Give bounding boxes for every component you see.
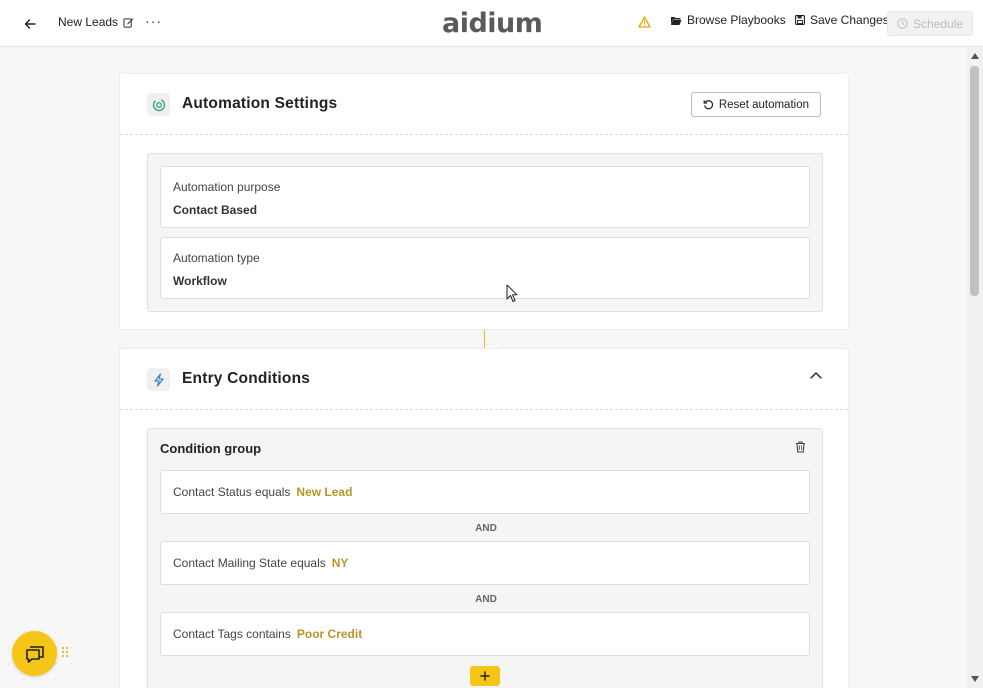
automation-title[interactable]: New Leads bbox=[58, 15, 134, 29]
scroll-thumb[interactable] bbox=[970, 66, 979, 296]
browse-playbooks-button[interactable]: Browse Playbooks bbox=[670, 13, 786, 27]
condition-value: New Lead bbox=[296, 485, 353, 499]
condition-text: Contact Mailing State equals bbox=[173, 556, 326, 570]
condition-text: Contact Tags contains bbox=[173, 627, 291, 641]
automation-purpose-field[interactable]: Automation purpose Contact Based bbox=[160, 166, 810, 228]
scroll-down-arrow-icon[interactable] bbox=[971, 676, 979, 682]
aidium-logo: aidium bbox=[442, 8, 543, 39]
page-scrollbar[interactable] bbox=[967, 48, 983, 688]
automation-icon bbox=[147, 93, 170, 116]
flow-connector bbox=[484, 330, 485, 348]
condition-row[interactable]: Contact Mailing State equals NY bbox=[160, 541, 810, 585]
top-bar: New Leads ··· aidium Browse Playbooks Sa… bbox=[0, 0, 983, 47]
condition-value: Poor Credit bbox=[296, 627, 363, 641]
plus-icon bbox=[480, 671, 490, 681]
schedule-label: Schedule bbox=[913, 16, 964, 31]
and-operator: AND bbox=[475, 523, 497, 534]
reset-automation-label: Reset automation bbox=[718, 98, 809, 111]
automation-purpose-value: Contact Based bbox=[173, 203, 258, 217]
entry-conditions-card: Entry Conditions Condition group Contact… bbox=[119, 348, 849, 688]
chevron-up-icon[interactable] bbox=[810, 371, 822, 379]
pencil-edit-icon[interactable] bbox=[123, 17, 134, 28]
chat-button[interactable] bbox=[12, 631, 57, 676]
automation-title-text: New Leads bbox=[58, 15, 119, 29]
more-options-button[interactable]: ··· bbox=[145, 13, 162, 29]
condition-value: NY bbox=[331, 556, 349, 570]
warning-triangle-icon[interactable] bbox=[638, 16, 651, 28]
condition-row[interactable]: Contact Status equals New Lead bbox=[160, 470, 810, 514]
condition-group-panel: Condition group Contact Status equals Ne… bbox=[147, 428, 823, 688]
automation-type-field[interactable]: Automation type Workflow bbox=[160, 237, 810, 299]
chat-icon bbox=[25, 645, 44, 663]
reset-automation-button[interactable]: Reset automation bbox=[690, 92, 821, 117]
drag-handle-icon[interactable] bbox=[61, 646, 69, 660]
automation-settings-header: Automation Settings Reset automation bbox=[120, 74, 848, 135]
mouse-cursor-icon bbox=[506, 284, 518, 302]
and-operator: AND bbox=[475, 594, 497, 605]
lightning-icon bbox=[147, 368, 170, 391]
save-changes-label: Save Changes bbox=[810, 13, 889, 27]
schedule-button[interactable]: Schedule bbox=[887, 11, 974, 36]
reset-icon bbox=[703, 100, 713, 110]
add-condition-button[interactable] bbox=[470, 666, 500, 686]
condition-row[interactable]: Contact Tags contains Poor Credit bbox=[160, 612, 810, 656]
scroll-up-arrow-icon[interactable] bbox=[971, 53, 979, 59]
browse-playbooks-label: Browse Playbooks bbox=[687, 13, 786, 27]
condition-text: Contact Status equals bbox=[173, 485, 291, 499]
automation-settings-card: Automation Settings Reset automation Aut… bbox=[119, 73, 849, 330]
floppy-save-icon bbox=[795, 15, 805, 25]
arrow-left-icon bbox=[24, 19, 36, 29]
condition-group-title: Condition group bbox=[160, 441, 262, 456]
clock-icon bbox=[897, 18, 908, 29]
save-changes-button[interactable]: Save Changes bbox=[795, 13, 889, 27]
trash-icon[interactable] bbox=[795, 441, 806, 453]
automation-purpose-label: Automation purpose bbox=[173, 180, 281, 194]
automation-settings-title: Automation Settings bbox=[182, 95, 338, 112]
automation-type-value: Workflow bbox=[173, 274, 227, 288]
entry-conditions-title: Entry Conditions bbox=[182, 370, 311, 387]
folder-open-icon bbox=[671, 16, 682, 25]
back-button[interactable] bbox=[20, 14, 40, 34]
entry-conditions-header: Entry Conditions bbox=[120, 349, 848, 410]
automation-type-label: Automation type bbox=[173, 251, 260, 265]
automation-settings-panel: Automation purpose Contact Based Automat… bbox=[147, 153, 823, 312]
